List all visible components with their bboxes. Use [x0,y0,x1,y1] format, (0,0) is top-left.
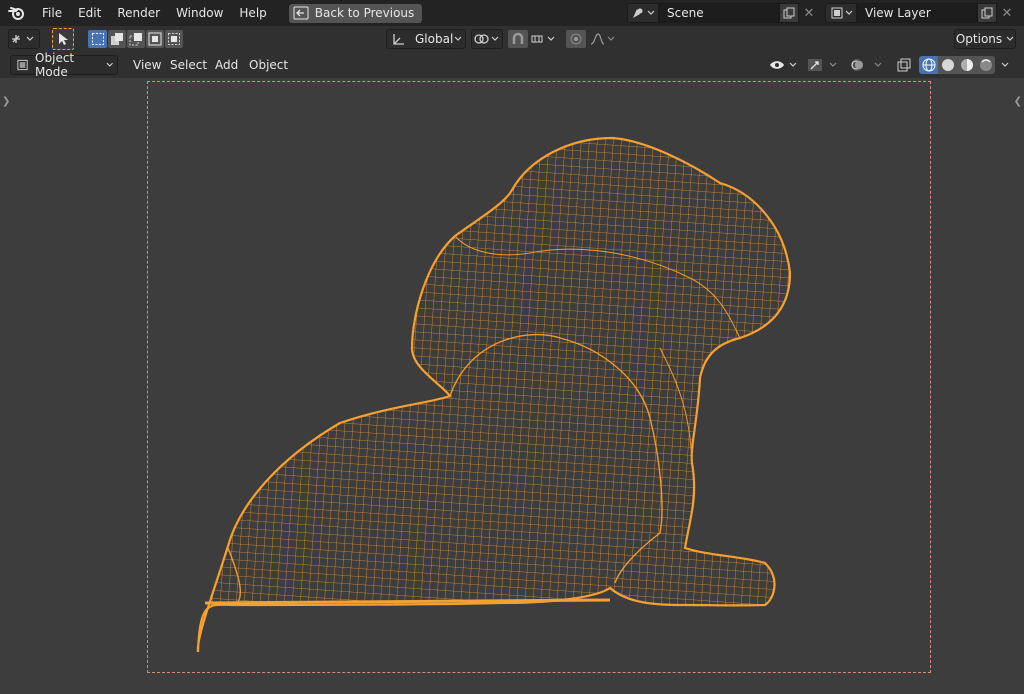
select-new-mode-button[interactable] [88,30,107,48]
tool-settings-bar: Global Options [0,26,1024,52]
options-label: Options [955,32,1003,46]
delete-view-layer-icon[interactable]: ✕ [997,3,1017,23]
view-layer-name-field[interactable]: View Layer [857,3,977,23]
shading-material-button[interactable] [957,56,976,74]
select-extend-mode-button[interactable] [108,30,126,48]
options-dropdown[interactable]: Options [954,29,1016,49]
menu-object[interactable]: Object [243,55,294,75]
eye-icon [770,61,797,69]
select-subtract-mode-button[interactable] [127,30,145,48]
select-invert-icon [148,32,162,46]
menu-window[interactable]: Window [168,0,231,26]
shading-wireframe-button[interactable] [919,56,938,74]
blender-logo-icon[interactable] [0,0,34,26]
interaction-mode-label: Object Mode [35,51,75,79]
menu-select[interactable]: Select [164,55,213,75]
viewport-header: Object Mode View Select Add Object [0,51,1024,79]
mesh-wireframe[interactable] [0,78,1024,694]
new-view-layer-button[interactable] [977,3,997,23]
back-to-previous-label: Back to Previous [314,6,415,20]
menu-edit[interactable]: Edit [70,0,109,26]
view-layer-browse-button[interactable] [825,3,857,23]
chevron-down-icon [1006,36,1014,41]
interaction-mode-dropdown[interactable]: Object Mode [10,51,118,79]
magnet-icon [512,32,524,44]
menu-help[interactable]: Help [231,0,274,26]
overlays-icon [851,59,882,71]
select-extend-icon [111,33,123,45]
wireframe-sphere-icon [922,58,935,72]
proportional-editing-button[interactable] [566,30,586,48]
menu-file[interactable]: File [34,0,70,26]
chevron-down-icon [106,62,113,67]
mesh-object[interactable] [180,128,800,653]
scene-selector: Scene ✕ [627,3,819,23]
snap-increment-icon [531,35,555,43]
transform-orientation-dropdown[interactable]: Global [386,29,466,49]
gizmo-dropdown[interactable] [805,56,841,74]
snap-toggle-button[interactable] [508,30,528,48]
material-sphere-icon [960,59,973,71]
duplicate-icon [981,7,993,19]
select-intersect-icon [168,33,180,45]
pivot-link-icon [474,34,499,44]
visibility-dropdown[interactable] [766,56,800,74]
shading-options-dropdown[interactable] [997,56,1013,74]
top-bar: File Edit Render Window Help Back to Pre… [0,0,1024,26]
select-new-icon [91,33,104,45]
select-subtract-icon [129,33,142,46]
scene-name-field[interactable]: Scene [659,3,779,23]
shading-solid-button[interactable] [938,56,957,74]
select-intersect-mode-button[interactable] [165,30,183,48]
xray-icon [897,58,911,72]
view-layer-selector: View Layer ✕ [825,3,1017,23]
gizmo-icon [808,59,837,71]
new-scene-button[interactable] [779,3,799,23]
menu-view[interactable]: View [127,55,167,75]
snap-target-dropdown[interactable] [529,30,559,48]
duplicate-icon [783,7,795,19]
chevron-down-icon [1001,62,1009,67]
object-mode-icon [17,59,28,71]
menu-render[interactable]: Render [109,0,168,26]
xray-toggle-button[interactable] [894,56,914,74]
pivot-point-dropdown[interactable] [471,29,503,49]
view-layer-icon [831,7,853,19]
3d-viewport[interactable]: ❯ ❮ [0,78,1024,694]
falloff-dropdown[interactable] [588,30,618,48]
scene-browse-button[interactable] [627,3,659,23]
shading-rendered-button[interactable] [976,56,995,74]
back-to-previous-button[interactable]: Back to Previous [288,3,423,23]
menu-add[interactable]: Add [209,55,244,75]
editor-type-dropdown[interactable] [8,29,40,49]
overlays-dropdown[interactable] [848,56,886,74]
back-icon [293,6,309,20]
delete-scene-icon[interactable]: ✕ [799,3,819,23]
transform-orientation-label: Global [415,32,454,46]
cursor-arrow-icon [59,33,68,45]
select-tool-button[interactable] [52,28,74,50]
select-invert-mode-button[interactable] [146,30,164,48]
falloff-curve-icon [590,33,615,45]
orientation-global-icon [393,34,404,45]
rendered-sphere-icon [979,59,992,71]
proportional-edit-icon [570,33,582,45]
view3d-icon [12,35,34,43]
solid-sphere-icon [941,59,954,71]
scene-icon [633,8,655,18]
chevron-down-icon [454,36,462,41]
